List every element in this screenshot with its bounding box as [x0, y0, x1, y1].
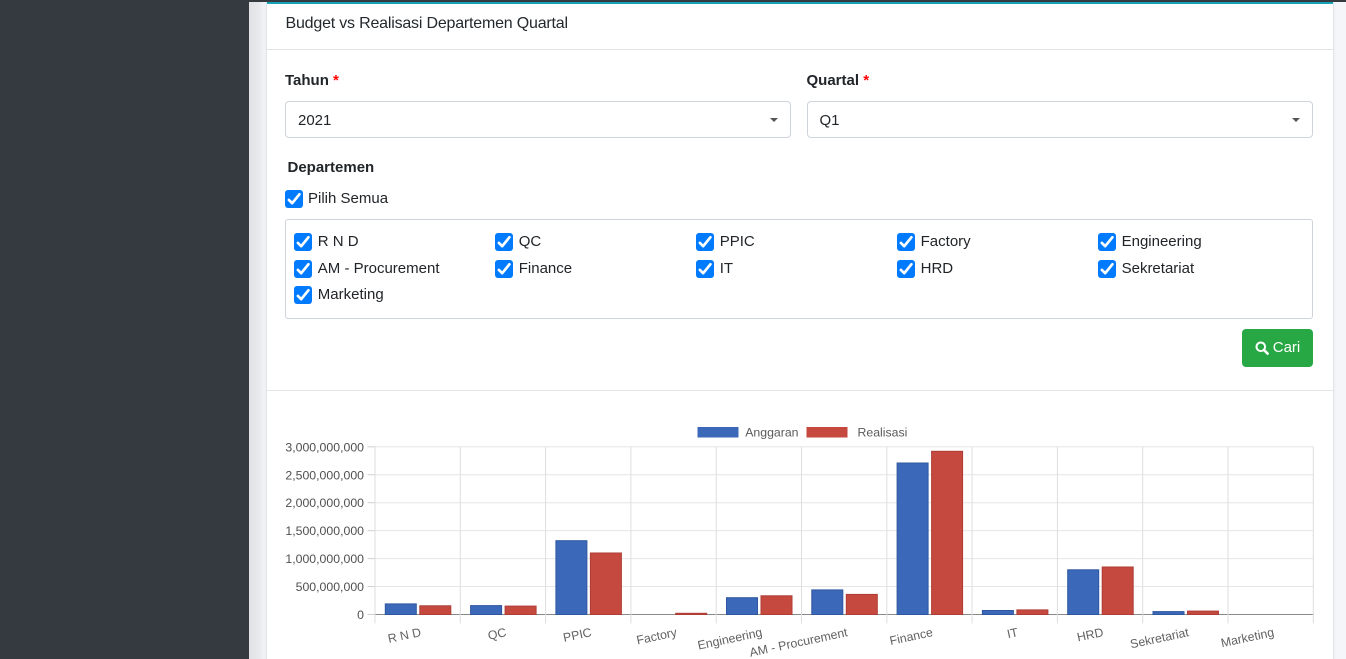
svg-text:3,000,000,000: 3,000,000,000 — [285, 440, 364, 454]
svg-text:IT: IT — [1005, 625, 1019, 641]
svg-text:1,500,000,000: 1,500,000,000 — [285, 524, 364, 538]
svg-text:R N D: R N D — [386, 625, 422, 646]
svg-text:HRD: HRD — [1075, 625, 1104, 644]
svg-text:PPIC: PPIC — [561, 625, 592, 645]
svg-text:Marketing: Marketing — [1219, 625, 1275, 650]
svg-text:AM - Procurement: AM - Procurement — [748, 625, 849, 659]
svg-text:Realisasi: Realisasi — [857, 426, 907, 440]
svg-text:500,000,000: 500,000,000 — [295, 580, 364, 594]
svg-text:Factory: Factory — [635, 625, 679, 647]
svg-text:2,500,000,000: 2,500,000,000 — [285, 468, 364, 482]
svg-text:1,000,000,000: 1,000,000,000 — [285, 552, 364, 566]
svg-text:0: 0 — [357, 608, 364, 622]
svg-text:QC: QC — [486, 625, 507, 643]
svg-text:Anggaran: Anggaran — [745, 426, 798, 440]
svg-text:Finance: Finance — [888, 625, 934, 648]
svg-text:2,000,000,000: 2,000,000,000 — [285, 496, 364, 510]
svg-text:Sekretariat: Sekretariat — [1128, 625, 1190, 651]
